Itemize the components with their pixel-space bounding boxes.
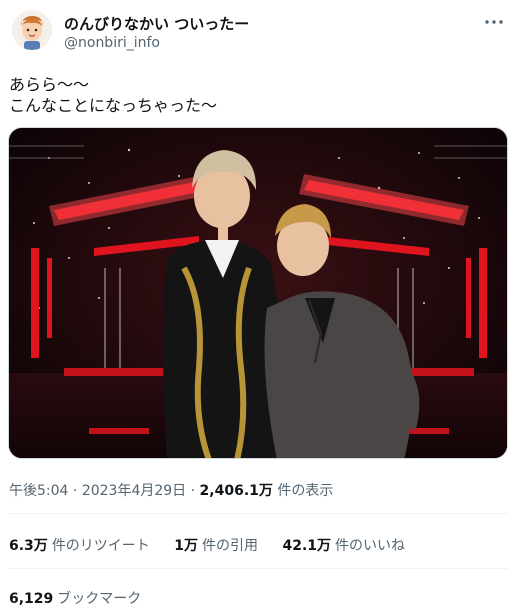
- tweet-text-line: こんなことになっちゃった〜: [9, 96, 218, 115]
- bookmarks-label: ブックマーク: [57, 591, 142, 607]
- more-options-icon[interactable]: [482, 10, 506, 34]
- tweet-meta: 午後5:04 · 2023年4月29日 · 2,406.1万 件の表示: [9, 480, 333, 500]
- tweet-time[interactable]: 午後5:04: [9, 483, 68, 499]
- separator-dot: ·: [190, 483, 196, 499]
- tweet-header: のんびりなかい ついったー @nonbiri_info: [0, 0, 516, 64]
- separator-dot: ·: [72, 483, 78, 499]
- bookmarks-stat[interactable]: 6,129 ブックマーク: [9, 588, 141, 608]
- quotes-count: 1万: [174, 538, 199, 554]
- divider: [8, 568, 508, 569]
- retweets-count: 6.3万: [9, 538, 48, 554]
- likes-stat[interactable]: 42.1万 件のいいね: [282, 535, 405, 555]
- divider: [8, 513, 508, 514]
- views-count: 2,406.1万: [199, 483, 273, 499]
- likes-label: 件のいいね: [335, 538, 406, 554]
- engagement-stats: 6.3万 件のリツイート 1万 件の引用 42.1万 件のいいね: [9, 535, 425, 555]
- retweets-label: 件のリツイート: [51, 538, 150, 554]
- views-label: 件の表示: [277, 483, 334, 499]
- avatar[interactable]: [12, 10, 52, 50]
- tweet-text-line: あらら〜〜: [9, 75, 90, 94]
- user-handle[interactable]: @nonbiri_info: [64, 35, 160, 51]
- bookmarks-count: 6,129: [9, 591, 54, 607]
- quotes-label: 件の引用: [202, 538, 259, 554]
- quotes-stat[interactable]: 1万 件の引用: [174, 535, 258, 555]
- cartoon-avatar-icon: [12, 10, 52, 50]
- likes-count: 42.1万: [282, 538, 332, 554]
- tweet-text: あらら〜〜 こんなことになっちゃった〜: [9, 74, 499, 116]
- retweets-stat[interactable]: 6.3万 件のリツイート: [9, 535, 150, 555]
- display-name[interactable]: のんびりなかい ついったー: [64, 13, 249, 34]
- tweet-photo[interactable]: [8, 127, 508, 459]
- tweet-date[interactable]: 2023年4月29日: [82, 483, 186, 499]
